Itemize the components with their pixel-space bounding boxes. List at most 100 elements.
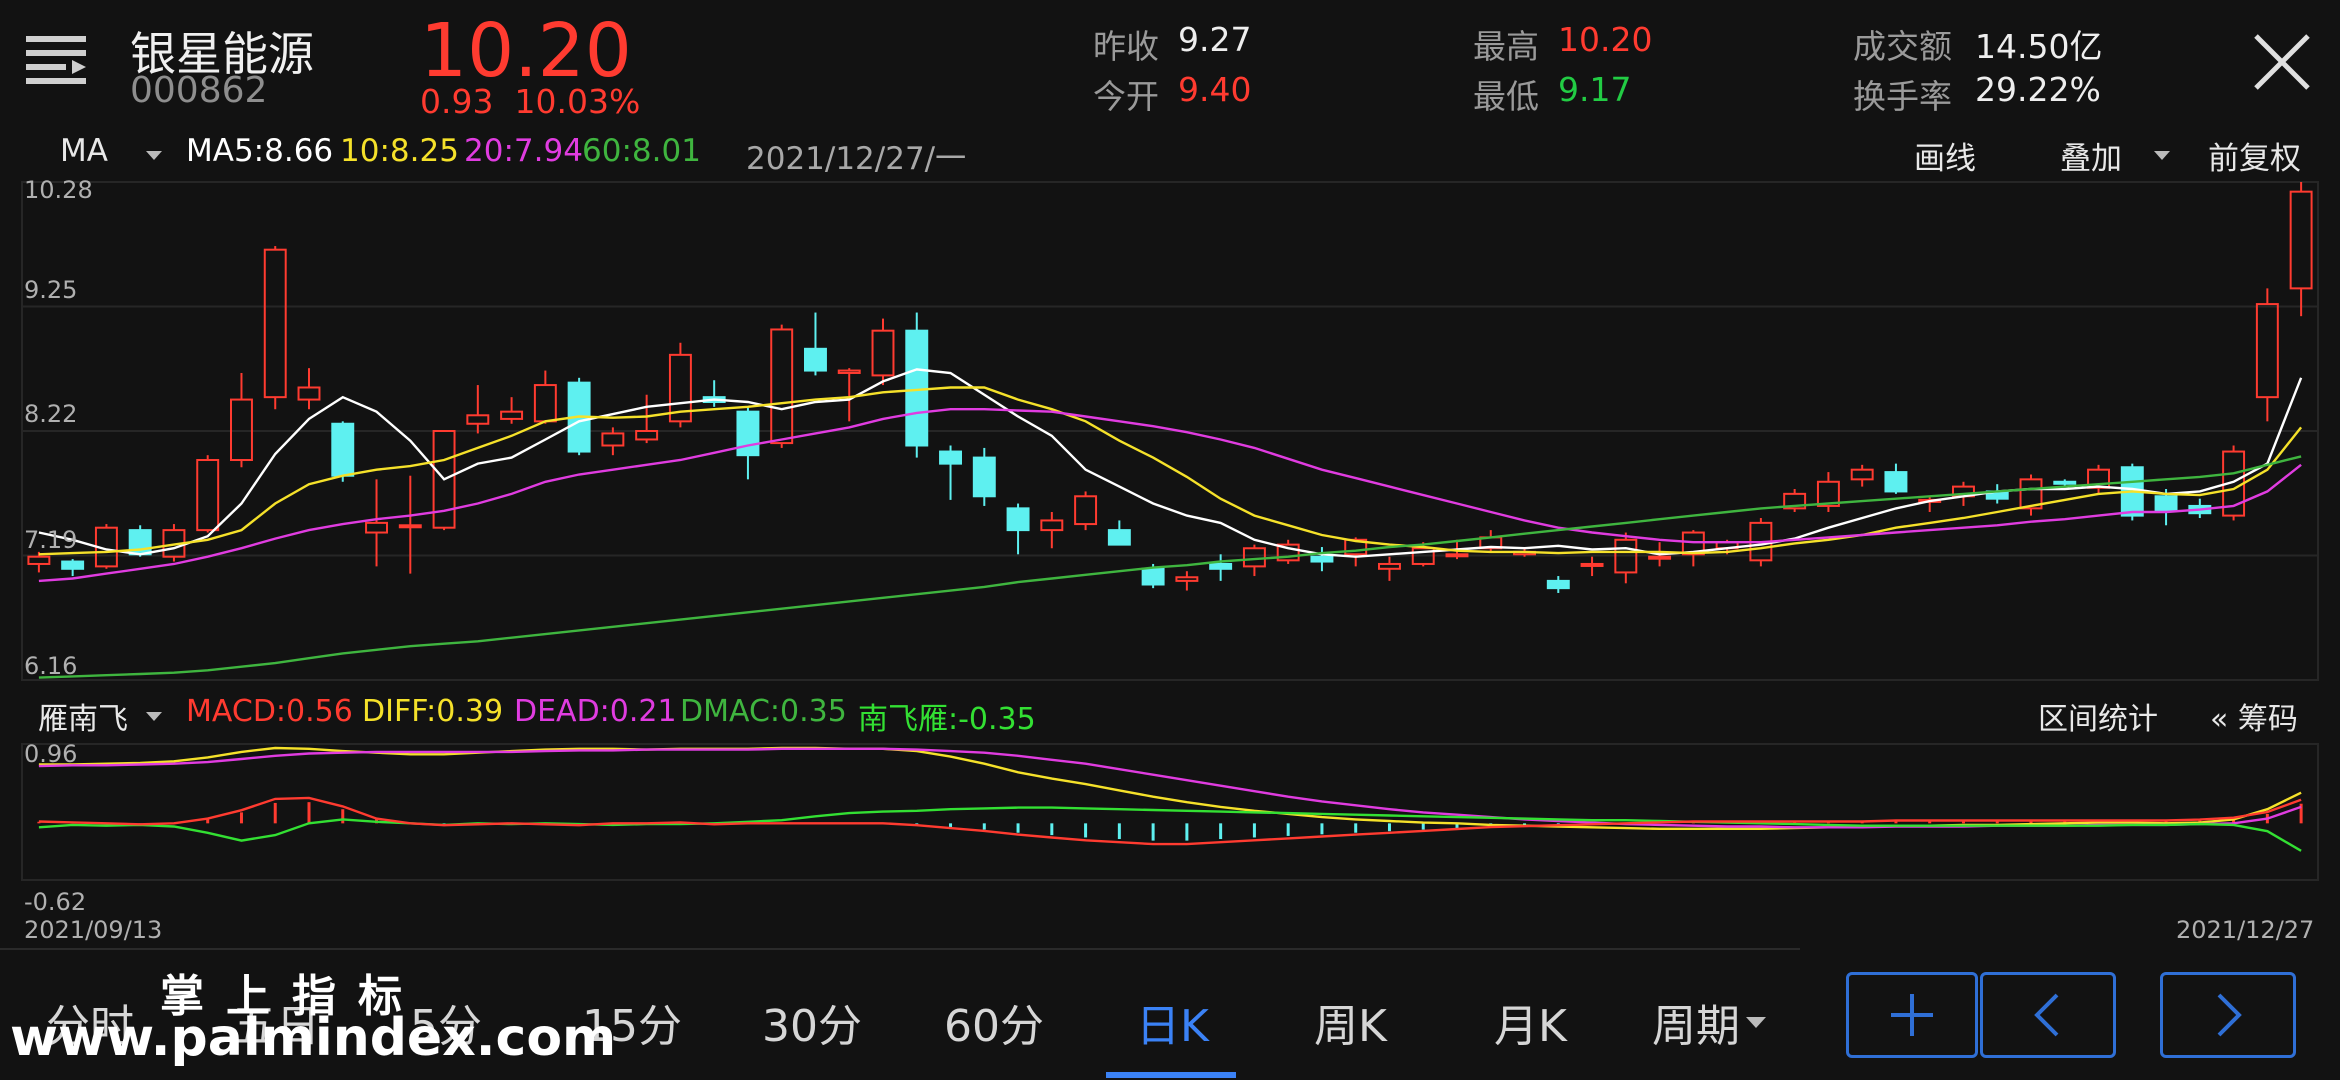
candle-body (1884, 471, 1908, 493)
candle (1378, 556, 1401, 581)
candle (871, 318, 895, 386)
plus-icon (1891, 994, 1933, 1036)
diff-value: 0.39 (436, 694, 504, 729)
candle-body (466, 414, 490, 425)
kline-chart[interactable] (0, 170, 2340, 690)
dead-readout: DEAD:0.21 (514, 694, 677, 729)
candle (1546, 576, 1570, 593)
tab-monthly-k[interactable]: 月K (1494, 990, 1567, 1054)
candle-body (2289, 190, 2313, 290)
candle-body (736, 410, 760, 457)
candle-body (804, 347, 827, 372)
dead-label: DEAD: (514, 694, 610, 729)
candle-body (1546, 579, 1570, 590)
range-stats-button[interactable]: 区间统计 (2038, 694, 2158, 738)
chips-button[interactable]: « 筹码 (2210, 694, 2298, 738)
chevron-left-icon (2034, 993, 2059, 1037)
candle-body (770, 328, 794, 445)
macd-tick-bottom: -0.62 (24, 888, 87, 916)
nanfeiyan-value: -0.35 (958, 702, 1036, 737)
candle (1310, 547, 1334, 572)
candle-body (1648, 555, 1672, 560)
macd-line-diff (38, 746, 2302, 831)
candle (331, 421, 355, 482)
ma20-readout: 20:7.94 (464, 133, 583, 169)
quote-label-high: 最高 (1473, 27, 1539, 66)
tab-period[interactable]: 周期 (1652, 990, 1740, 1054)
candle-body (1209, 562, 1233, 570)
candle-body (2255, 303, 2279, 399)
candle-body (533, 384, 557, 423)
macd-frame (21, 743, 2319, 881)
period-dropdown-icon[interactable] (1746, 1014, 1766, 1033)
candle (1614, 532, 1638, 584)
quote-label-open: 今开 (1093, 77, 1159, 116)
next-button[interactable] (2160, 972, 2296, 1058)
candle-body (1040, 519, 1064, 532)
date-end: 2021/12/27 (2176, 916, 2315, 944)
quote-label-turnover-rate: 换手率 (1853, 77, 1952, 116)
stock-code: 000862 (130, 70, 268, 111)
indicator-selector[interactable]: 雁南飞 (38, 694, 128, 738)
ma-line-4 (38, 455, 2302, 679)
candle (1580, 556, 1604, 577)
change-amount: 0.93 (420, 82, 494, 121)
candle (1681, 530, 1705, 567)
candle (804, 312, 827, 376)
candle-body (837, 369, 861, 374)
prev-button[interactable] (1980, 972, 2116, 1058)
candle (972, 447, 996, 506)
tabs-divider (0, 948, 1800, 950)
candle-body (1378, 562, 1401, 570)
chevron-right-icon (2217, 993, 2242, 1037)
candle-body (1580, 562, 1604, 567)
close-icon[interactable] (2254, 34, 2310, 90)
macd-value: 0.56 (286, 694, 353, 729)
ma60-label: 60: (582, 133, 632, 169)
nanfeiyan-label: 南飞雁: (858, 702, 959, 737)
candle-body (1107, 529, 1131, 546)
ma-dropdown-icon[interactable] (146, 146, 162, 165)
quote-value-prev-close: 9.27 (1178, 20, 1252, 59)
active-tab-indicator (1106, 1072, 1236, 1078)
macd-chart[interactable] (0, 740, 2340, 920)
candle (1006, 503, 1030, 555)
add-button[interactable] (1846, 972, 1978, 1058)
candle-body (635, 430, 659, 441)
tab-30min[interactable]: 30分 (762, 990, 862, 1054)
ma10-label: 10: (340, 133, 390, 169)
candle (1276, 539, 1300, 564)
tab-daily-k[interactable]: 日K (1136, 990, 1209, 1054)
candle-body (2154, 495, 2178, 512)
candle-body (1006, 507, 1030, 532)
ma60-value: 8.01 (631, 133, 701, 169)
overlay-dropdown-icon[interactable] (2154, 146, 2170, 165)
candle-body (1141, 567, 1165, 586)
menu-icon[interactable] (26, 36, 90, 88)
price-tick-top: 10.28 (24, 176, 93, 204)
candle-body (2053, 480, 2077, 485)
date-start: 2021/09/13 (24, 916, 163, 944)
candle (939, 445, 962, 500)
candle (668, 342, 692, 428)
diff-label: DIFF: (362, 694, 437, 729)
candle (230, 372, 253, 468)
dmac-value: 0.35 (780, 694, 847, 729)
indicator-dropdown-icon[interactable] (146, 707, 162, 726)
tab-weekly-k[interactable]: 周K (1314, 990, 1387, 1054)
ma-selector[interactable]: MA (60, 133, 108, 169)
macd-tick-top: 0.96 (24, 740, 78, 768)
candle (500, 397, 524, 424)
ma10-value: 8.25 (389, 133, 459, 169)
tab-60min[interactable]: 60分 (944, 990, 1044, 1054)
candle-body (61, 560, 85, 570)
dmac-readout: DMAC:0.35 (680, 694, 847, 729)
ma20-label: 20: (464, 133, 514, 169)
quote-value-turnover-rate: 29.22% (1975, 70, 2101, 109)
candle (1850, 464, 1874, 487)
candle-body (939, 450, 962, 465)
candle (905, 312, 929, 458)
candle (196, 455, 220, 533)
candle (1074, 491, 1098, 531)
ma5-value: 8.66 (264, 133, 334, 169)
